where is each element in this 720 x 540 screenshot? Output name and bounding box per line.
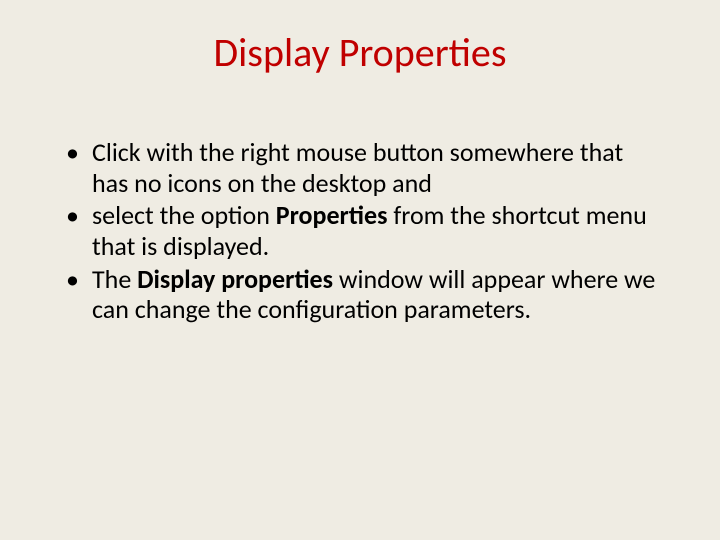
bullet-bold: Properties [276, 199, 388, 231]
slide: Display Properties Click with the right … [0, 0, 720, 540]
list-item: The Display properties window will appea… [66, 264, 660, 325]
bullet-bold: Display properties [137, 263, 333, 295]
bullet-text: The [92, 263, 137, 295]
list-item: Click with the right mouse button somewh… [66, 137, 660, 198]
bullet-text: Click with the right mouse button somewh… [92, 136, 623, 199]
bullet-list: Click with the right mouse button somewh… [66, 137, 660, 325]
list-item: select the option Properties from the sh… [66, 200, 660, 261]
slide-title: Display Properties [60, 28, 660, 77]
bullet-text: select the option [92, 199, 276, 231]
